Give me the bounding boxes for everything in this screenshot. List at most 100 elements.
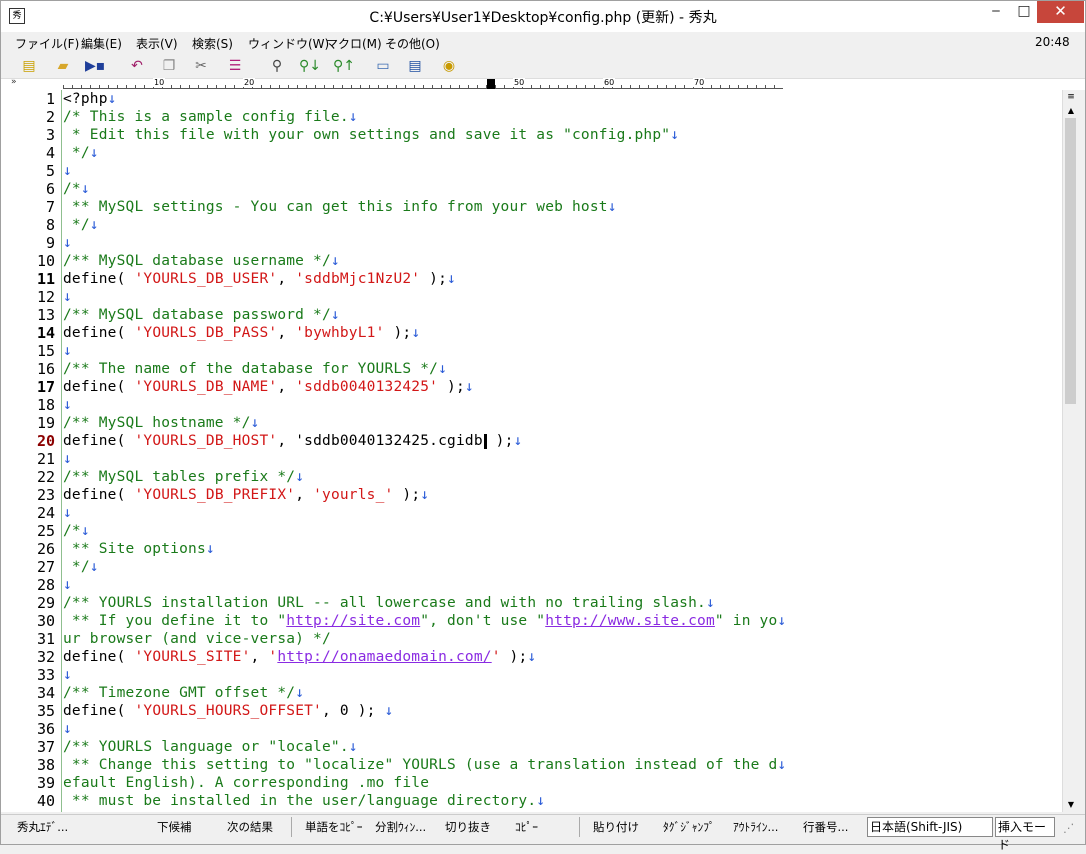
code-line[interactable]: define( 'YOURLS_DB_HOST', 'sddb004013242… <box>63 432 522 450</box>
code-line[interactable]: ↓ <box>63 576 72 594</box>
close-button[interactable]: ✕ <box>1037 1 1084 23</box>
split-window-icon[interactable]: ▤ <box>405 57 425 75</box>
code-line[interactable]: define( 'YOURLS_DB_PREFIX', 'yourls_' );… <box>63 486 429 504</box>
code-line[interactable]: ↓ <box>63 666 72 684</box>
status-split-window[interactable]: 分割ｳｨﾝ... <box>375 819 426 835</box>
split-handle-icon[interactable]: ≡ <box>1063 90 1079 104</box>
status-hidemaru-editor[interactable]: 秀丸ｴﾃﾞ... <box>17 819 68 835</box>
search-icon[interactable]: ⚲ <box>267 57 287 75</box>
status-copy-word[interactable]: 単語をｺﾋﾟｰ <box>305 819 363 835</box>
code-line[interactable]: ** MySQL settings - You can get this inf… <box>63 198 617 216</box>
code-line[interactable]: <?php↓ <box>63 90 117 108</box>
status-line-number[interactable]: 行番号... <box>803 819 848 835</box>
scroll-up-icon[interactable]: ▲ <box>1063 104 1079 118</box>
status-insert-mode[interactable]: 挿入モード <box>995 817 1055 852</box>
code-line[interactable]: /* This is a sample config file.↓ <box>63 108 358 126</box>
ruler[interactable]: 10 20 50 60 70 <box>63 78 783 89</box>
code-line[interactable]: /** MySQL hostname */↓ <box>63 414 259 432</box>
newline-arrow-icon: ↓ <box>63 451 72 467</box>
status-tag-jump[interactable]: ﾀｸﾞｼﾞｬﾝﾌﾟ <box>663 819 715 835</box>
grep-icon[interactable]: ▭ <box>373 57 393 75</box>
code-line[interactable]: /** MySQL database password */↓ <box>63 306 340 324</box>
help-icon[interactable]: ◉ <box>439 57 459 75</box>
resize-grip-icon[interactable]: ⋰ <box>1063 821 1075 835</box>
line-number-gutter[interactable]: 1 2 3 4 5 6 7 8 9 10 11 12 13 14 15 16 1… <box>1 90 61 812</box>
code-line[interactable]: ↓ <box>63 396 72 414</box>
status-paste[interactable]: 貼り付け <box>593 819 639 835</box>
code-line[interactable]: */↓ <box>63 144 99 162</box>
code-line[interactable]: /** MySQL database username */↓ <box>63 252 340 270</box>
open-folder-icon[interactable]: ▰ <box>53 57 73 75</box>
menu-search[interactable]: 検索(S) <box>192 35 233 52</box>
code-line[interactable]: /** Timezone GMT offset */↓ <box>63 684 304 702</box>
code-line[interactable]: /*↓ <box>63 522 90 540</box>
code-line[interactable]: define( 'YOURLS_DB_PASS', 'bywhbyL1' );↓ <box>63 324 420 342</box>
find-prev-icon[interactable]: ⚲↑ <box>333 57 355 75</box>
code-line[interactable]: ** If you define it to "http://site.com"… <box>63 612 786 630</box>
code-text: , <box>277 325 296 341</box>
save-icon[interactable]: ▶▪ <box>85 57 105 75</box>
code-line[interactable]: * Edit this file with your own settings … <box>63 126 679 144</box>
maximize-button[interactable]: □ <box>1007 1 1041 23</box>
status-copy[interactable]: ｺﾋﾟｰ <box>515 819 538 835</box>
code-line[interactable]: define( 'YOURLS_SITE', 'http://onamaedom… <box>63 648 536 666</box>
code-line[interactable]: define( 'YOURLS_HOURS_OFFSET', 0 ); ↓ <box>63 702 393 720</box>
code-editor[interactable]: <?php↓/* This is a sample config file.↓ … <box>62 90 1062 812</box>
status-next-result[interactable]: 次の結果 <box>227 819 273 835</box>
menu-view[interactable]: 表示(V) <box>136 35 178 52</box>
code-comment: /** MySQL database username */ <box>63 253 331 269</box>
menu-macro[interactable]: マクロ(M) <box>326 35 382 52</box>
code-line[interactable]: efault English). A corresponding .mo fil… <box>63 774 429 792</box>
code-line[interactable]: /** YOURLS installation URL -- all lower… <box>63 594 715 612</box>
find-next-icon[interactable]: ⚲↓ <box>299 57 321 75</box>
undo-icon[interactable]: ↶ <box>127 57 147 75</box>
menu-edit[interactable]: 編集(E) <box>81 35 122 52</box>
code-line[interactable]: /** YOURLS language or "locale".↓ <box>63 738 358 756</box>
newline-arrow-icon: ↓ <box>330 307 340 323</box>
code-line[interactable]: */↓ <box>63 558 99 576</box>
code-comment: /** Timezone GMT offset */ <box>63 685 296 701</box>
new-file-icon[interactable]: ▤ <box>19 57 39 75</box>
code-line[interactable]: ↓ <box>63 720 72 738</box>
status-outline[interactable]: ｱｳﾄﾗｲﾝ... <box>733 819 778 835</box>
code-line[interactable]: ↓ <box>63 288 72 306</box>
code-url[interactable]: http://onamaedomain.com/ <box>277 649 491 665</box>
menu-file[interactable]: ファイル(F) <box>15 35 79 52</box>
menu-window[interactable]: ウィンドウ(W) <box>248 35 329 52</box>
code-line[interactable]: */↓ <box>63 216 99 234</box>
code-line[interactable]: ** Change this setting to "localize" YOU… <box>63 756 786 774</box>
paste-icon[interactable]: ☰ <box>225 57 245 75</box>
code-line[interactable]: ur browser (and vice-versa) */ <box>63 630 331 648</box>
code-line[interactable]: ** Site options↓ <box>63 540 215 558</box>
line-number: 1 <box>45 90 55 108</box>
code-url[interactable]: http://site.com <box>286 613 420 629</box>
code-line[interactable]: /** The name of the database for YOURLS … <box>63 360 447 378</box>
line-number: 34 <box>36 684 55 702</box>
line-number: 25 <box>36 522 55 540</box>
code-line[interactable]: ↓ <box>63 234 72 252</box>
cut-icon[interactable]: ✂ <box>191 57 211 75</box>
menu-other[interactable]: その他(O) <box>385 35 440 52</box>
code-text: , <box>277 433 296 449</box>
copy-icon[interactable]: ❐ <box>159 57 179 75</box>
status-encoding[interactable]: 日本語(Shift-JIS) <box>867 817 993 837</box>
line-number: 9 <box>45 234 55 252</box>
code-line[interactable]: /** MySQL tables prefix */↓ <box>63 468 304 486</box>
code-line[interactable]: ↓ <box>63 450 72 468</box>
code-line[interactable]: define( 'YOURLS_DB_USER', 'sddbMjc1NzU2'… <box>63 270 456 288</box>
code-line[interactable]: ↓ <box>63 504 72 522</box>
scroll-down-icon[interactable]: ▼ <box>1063 798 1079 812</box>
status-cut[interactable]: 切り抜き <box>445 819 491 835</box>
application-window: 秀 C:¥Users¥User1¥Desktop¥config.php (更新)… <box>0 0 1086 852</box>
code-line[interactable]: ** must be installed in the user/languag… <box>63 792 545 810</box>
code-line[interactable]: ↓ <box>63 342 72 360</box>
code-line[interactable]: ↓ <box>63 162 72 180</box>
status-next-candidate[interactable]: 下候補 <box>157 819 192 835</box>
code-line[interactable]: define( 'YOURLS_DB_NAME', 'sddb004013242… <box>63 378 474 396</box>
code-url[interactable]: http://www.site.com <box>545 613 715 629</box>
line-number: 13 <box>36 306 55 324</box>
code-line[interactable]: /*↓ <box>63 180 90 198</box>
title-bar[interactable]: 秀 C:¥Users¥User1¥Desktop¥config.php (更新)… <box>1 1 1085 32</box>
scroll-thumb[interactable] <box>1065 118 1076 404</box>
vertical-scrollbar[interactable]: ≡ ▲ ▼ <box>1062 90 1078 812</box>
